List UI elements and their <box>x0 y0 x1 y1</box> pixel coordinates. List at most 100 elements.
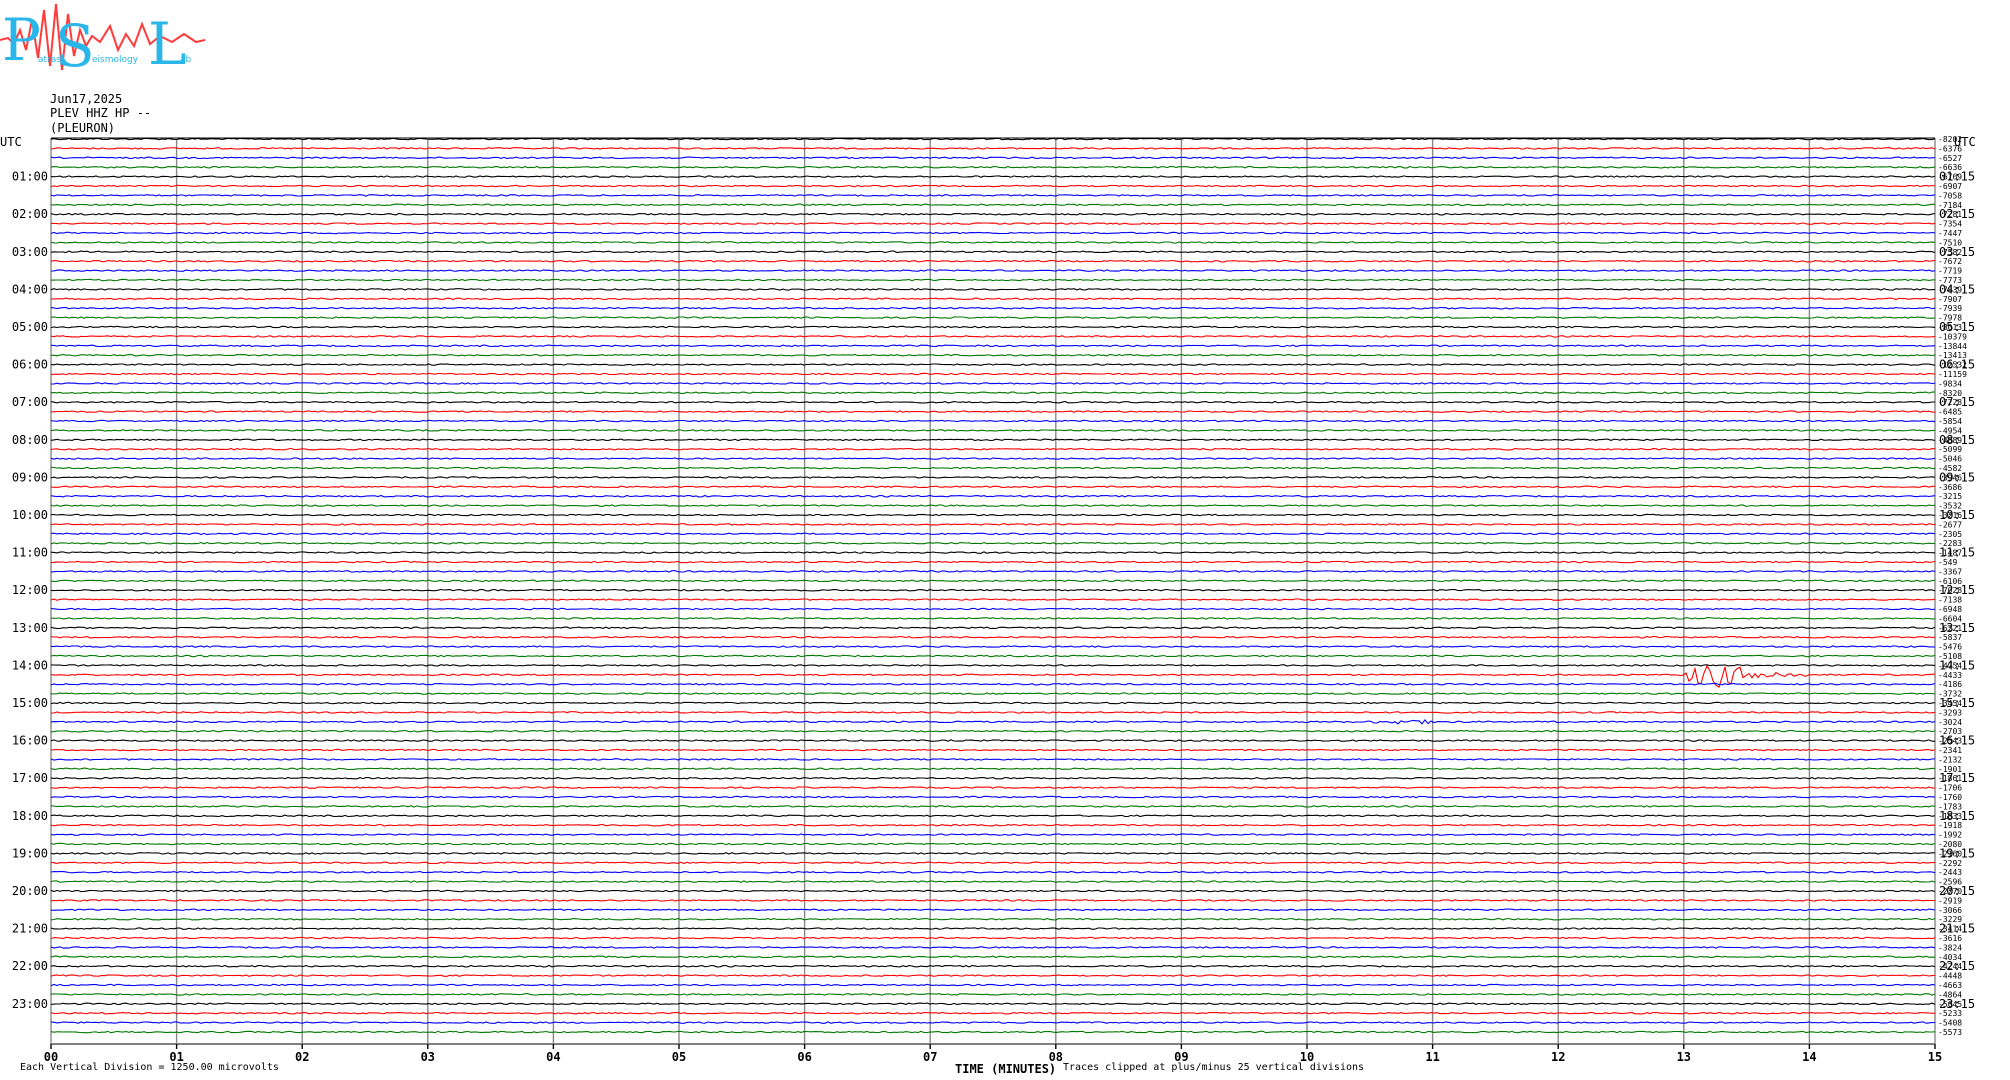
seismic-trace <box>50 447 1936 451</box>
hour-label-right: 17:15 <box>1939 771 1975 785</box>
trace-offset-label: -6527 <box>1938 154 1962 163</box>
seismic-trace <box>50 504 1936 507</box>
seismic-trace <box>50 692 1936 695</box>
seismic-trace <box>50 306 1936 310</box>
hour-label-left: 08:00 <box>12 433 48 447</box>
trace-offset-label: -3215 <box>1938 492 1962 501</box>
hour-label-left: 04:00 <box>12 282 48 296</box>
trace-offset-label: -4186 <box>1938 680 1962 689</box>
hour-label-right: 03:15 <box>1939 245 1975 259</box>
trace-offset-label: -5408 <box>1938 1019 1962 1028</box>
seismic-trace <box>50 325 1936 329</box>
hour-label-right: 10:15 <box>1939 508 1975 522</box>
helicorder-plot: 00 01 02 03 04 05 06 07 08 09 10 11 12 13 14 15-8202-63… <box>0 135 1976 1064</box>
utc-right-label: UTC <box>1954 135 1976 149</box>
seismic-trace <box>50 870 1936 874</box>
seismic-trace <box>50 476 1936 479</box>
seismic-trace <box>50 805 1936 808</box>
seismic-trace <box>50 184 1936 188</box>
trace-offset-label: -6948 <box>1938 605 1962 614</box>
seismic-trace <box>50 852 1936 855</box>
seismic-trace <box>50 635 1936 639</box>
seismic-trace <box>50 523 1936 526</box>
hour-label-right: 11:15 <box>1939 546 1975 560</box>
hour-label-right: 20:15 <box>1939 884 1975 898</box>
hour-label-left: 11:00 <box>12 546 48 560</box>
hour-label-right: 01:15 <box>1939 170 1975 184</box>
trace-offset-label: -5573 <box>1938 1028 1962 1037</box>
trace-offset-label: -3066 <box>1938 906 1962 915</box>
seismic-trace <box>50 560 1936 564</box>
minute-tick-label: 03 <box>421 1050 435 1064</box>
seismic-trace <box>50 795 1936 799</box>
hour-label-left: 03:00 <box>12 245 48 259</box>
hour-label-left: 10:00 <box>12 508 48 522</box>
seismic-trace <box>50 739 1935 742</box>
seismic-trace <box>51 175 1936 178</box>
hour-label-right: 21:15 <box>1939 922 1975 936</box>
seismic-trace <box>50 617 1936 620</box>
seismic-trace <box>50 786 1936 789</box>
hour-label-right: 18:15 <box>1939 809 1975 823</box>
hour-label-left: 12:00 <box>12 583 48 597</box>
seismic-trace <box>50 353 1936 357</box>
seismic-trace <box>50 391 1935 395</box>
hour-label-right: 08:15 <box>1939 433 1975 447</box>
trace-offset-label: -5476 <box>1938 643 1962 652</box>
hour-label-left: 23:00 <box>12 997 48 1011</box>
seismic-trace <box>50 607 1936 611</box>
hour-label-right: 15:15 <box>1939 696 1975 710</box>
seismic-trace <box>50 833 1936 836</box>
trace-offset-label: -3024 <box>1938 718 1962 727</box>
hour-label-left: 09:00 <box>12 470 48 484</box>
seismic-trace <box>50 917 1936 921</box>
seismic-trace <box>50 964 1936 968</box>
hour-label-right: 13:15 <box>1939 621 1975 635</box>
trace-offset-label: -2132 <box>1938 755 1962 764</box>
scale-note: Each Vertical Division = 1250.00 microvo… <box>20 1062 279 1073</box>
seismic-trace <box>50 513 1936 517</box>
trace-offset-label: -2305 <box>1938 530 1962 539</box>
hour-label-left: 17:00 <box>12 771 48 785</box>
hour-label-right: 22:15 <box>1939 959 1975 973</box>
hour-label-right: 23:15 <box>1939 997 1975 1011</box>
trace-offset-label: -5854 <box>1938 417 1962 426</box>
clip-note: Traces clipped at plus/minus 25 vertical… <box>1063 1062 1365 1073</box>
seismic-trace <box>50 899 1935 902</box>
minute-tick-label: 11 <box>1425 1050 1439 1064</box>
trace-offset-label: -7058 <box>1938 191 1962 200</box>
minute-tick-label: 04 <box>546 1050 560 1064</box>
hour-label-left: 16:00 <box>12 734 48 748</box>
seismic-trace <box>50 983 1936 987</box>
seismic-trace <box>51 269 1936 272</box>
seismic-trace <box>51 222 1936 225</box>
trace-offset-label: -13844 <box>1938 342 1967 351</box>
hour-label-right: 12:15 <box>1939 583 1975 597</box>
seismic-trace <box>50 927 1936 930</box>
seismic-trace <box>50 880 1936 883</box>
seismic-trace <box>51 382 1936 385</box>
seismic-trace <box>50 457 1936 460</box>
minute-tick-label: 14 <box>1802 1050 1816 1064</box>
hour-label-right: 19:15 <box>1939 846 1975 860</box>
hour-label-right: 04:15 <box>1939 282 1975 296</box>
hour-label-right: 07:15 <box>1939 395 1975 409</box>
seismic-trace <box>50 259 1936 263</box>
seismic-trace <box>50 974 1936 977</box>
hour-label-left: 13:00 <box>12 621 48 635</box>
trace-offset-label: -5046 <box>1938 455 1962 464</box>
minute-tick-label: 13 <box>1677 1050 1691 1064</box>
hour-label-right: 16:15 <box>1939 734 1975 748</box>
seismic-trace <box>50 532 1936 536</box>
seismic-trace <box>50 400 1935 404</box>
hour-label-left: 20:00 <box>12 884 48 898</box>
seismic-trace <box>50 165 1936 169</box>
seismic-trace <box>50 701 1936 705</box>
hour-label-left: 02:00 <box>12 207 48 221</box>
trace-offset-label: -4663 <box>1938 981 1962 990</box>
seismic-trace <box>50 719 1936 725</box>
seismic-trace <box>50 842 1936 846</box>
seismic-trace <box>50 335 1936 338</box>
seismic-trace <box>50 748 1936 752</box>
seismic-trace <box>50 570 1936 573</box>
